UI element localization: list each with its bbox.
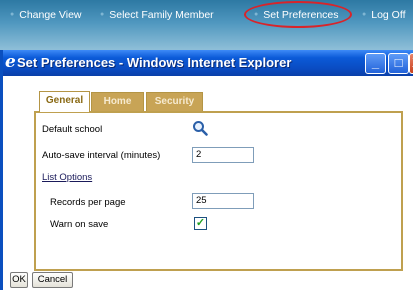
select-family-member-label: Select Family Member bbox=[109, 9, 214, 21]
records-per-page-input[interactable]: 25 bbox=[192, 193, 254, 209]
tab-security[interactable]: Security bbox=[146, 92, 203, 111]
bullet-icon: ● bbox=[10, 11, 15, 18]
minimize-icon: _ bbox=[371, 55, 380, 70]
maximize-icon: □ bbox=[394, 55, 403, 70]
tab-home[interactable]: Home bbox=[91, 92, 144, 111]
search-icon[interactable] bbox=[192, 120, 208, 136]
highlight-circle bbox=[244, 1, 352, 28]
log-off-label: Log Off bbox=[371, 9, 406, 21]
checkmark-icon: ✓ bbox=[195, 217, 206, 229]
bullet-icon: ● bbox=[362, 11, 367, 18]
tab-general[interactable]: General bbox=[39, 91, 90, 112]
minimize-button[interactable]: _ bbox=[365, 53, 386, 74]
ie-popup-window: e Set Preferences - Windows Internet Exp… bbox=[0, 50, 413, 290]
preferences-content: General Home Security Default school Aut… bbox=[3, 76, 413, 290]
log-off-link[interactable]: ● Log Off bbox=[362, 9, 405, 21]
warn-on-save-checkbox[interactable]: ✓ bbox=[194, 217, 207, 230]
general-settings-panel: Default school Auto-save interval (minut… bbox=[34, 111, 403, 271]
list-options-link[interactable]: List Options bbox=[42, 172, 92, 183]
ok-button[interactable]: OK bbox=[10, 272, 28, 288]
cancel-button[interactable]: Cancel bbox=[32, 272, 73, 288]
autosave-label: Auto-save interval (minutes) bbox=[42, 150, 161, 161]
default-school-label: Default school bbox=[42, 124, 103, 135]
portal-banner: ● Change View ● Select Family Member ● Set … bbox=[0, 0, 413, 50]
warn-on-save-label: Warn on save bbox=[50, 219, 109, 230]
change-view-label: Change View bbox=[19, 9, 82, 21]
window-title: Set Preferences - Windows Internet Explo… bbox=[17, 55, 292, 70]
maximize-button[interactable]: □ bbox=[388, 53, 409, 74]
window-titlebar[interactable]: e Set Preferences - Windows Internet Exp… bbox=[3, 50, 413, 76]
autosave-interval-input[interactable]: 2 bbox=[192, 147, 254, 163]
close-button[interactable]: X bbox=[409, 53, 413, 74]
change-view-link[interactable]: ● Change View bbox=[10, 9, 82, 21]
select-family-member-link[interactable]: ● Select Family Member bbox=[100, 9, 214, 21]
records-per-page-label: Records per page bbox=[50, 197, 126, 208]
bullet-icon: ● bbox=[100, 11, 105, 18]
